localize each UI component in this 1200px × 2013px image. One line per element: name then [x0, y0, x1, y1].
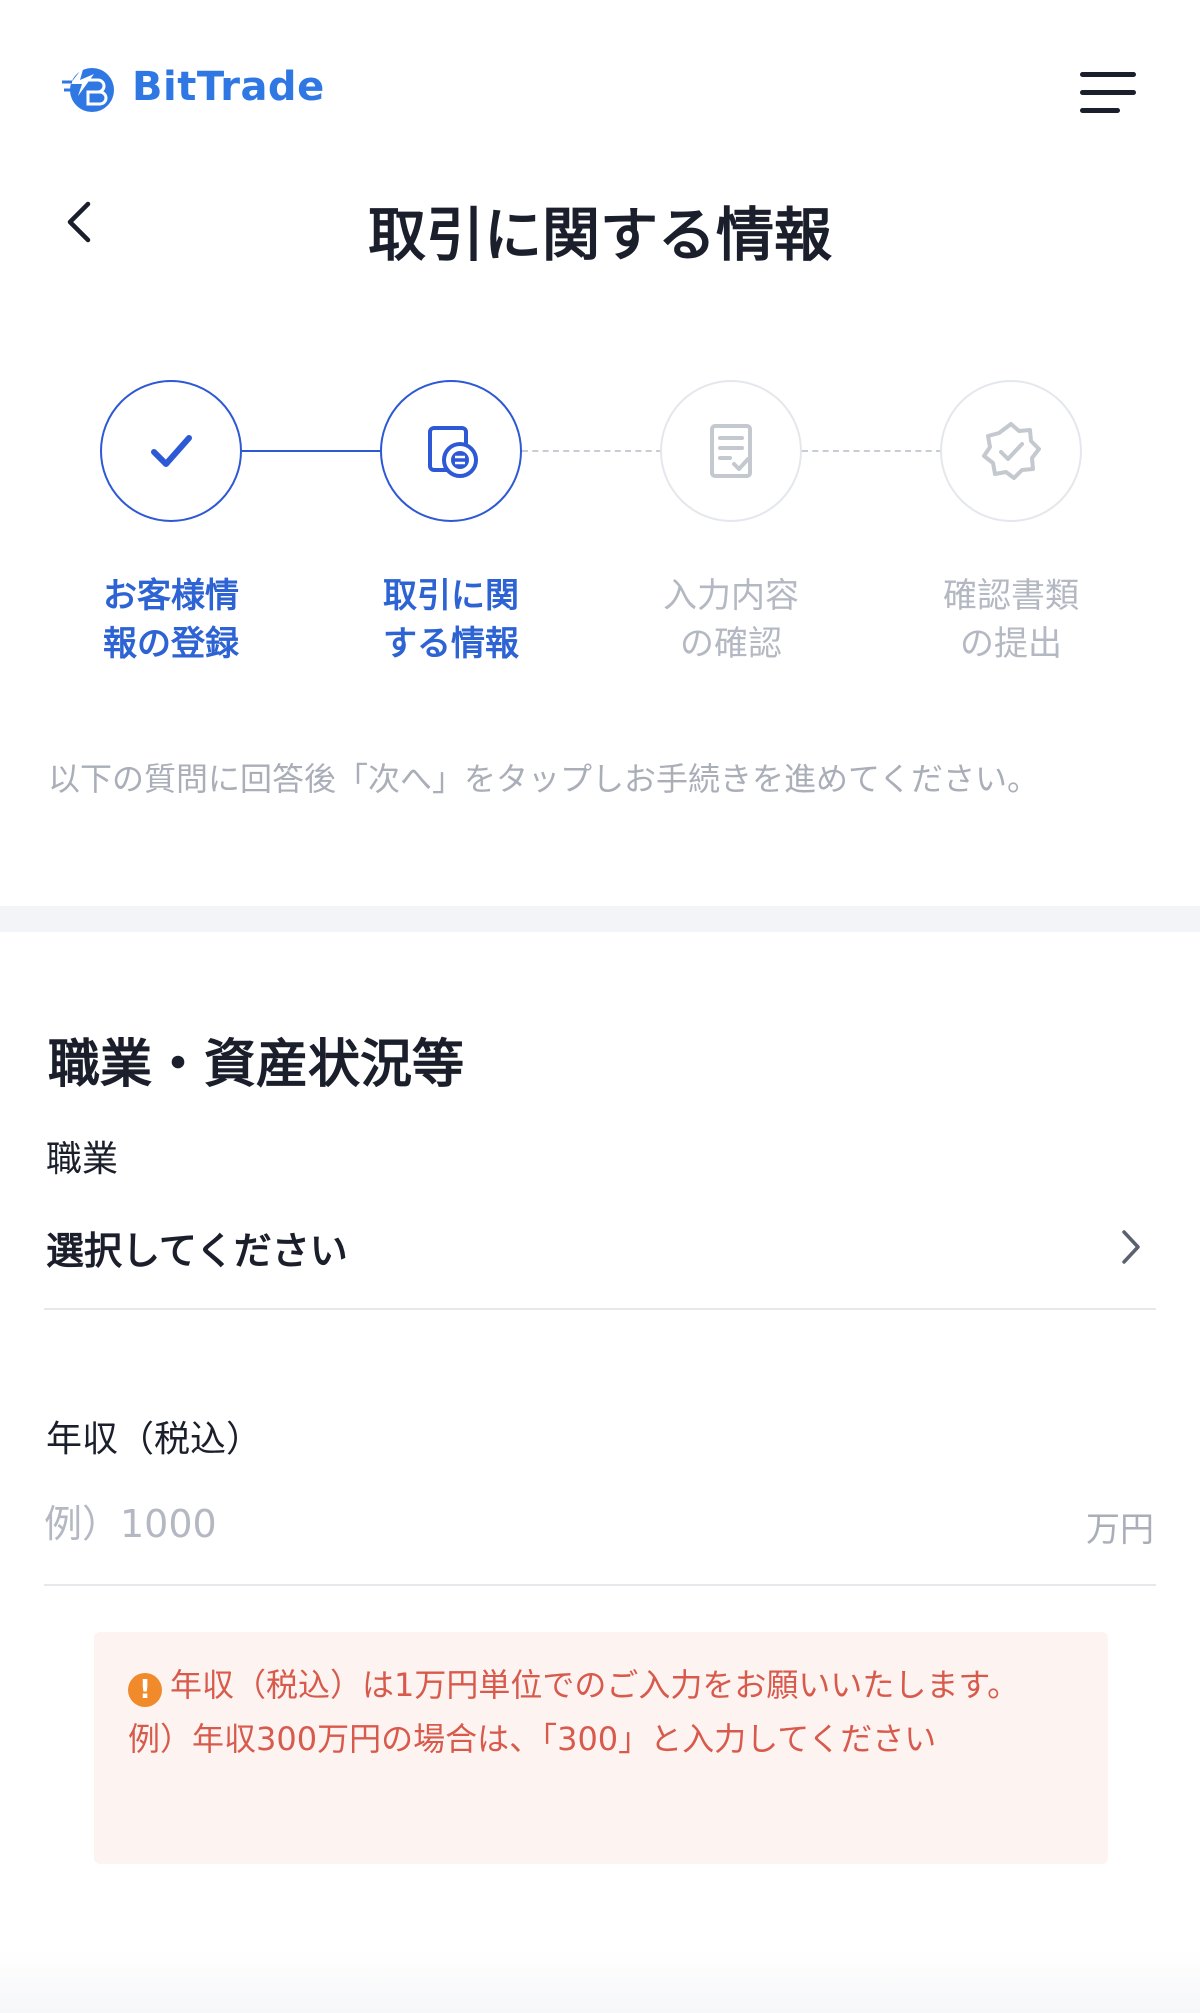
logo-text: BitTrade [132, 64, 325, 110]
occupation-label: 職業 [46, 1139, 119, 1180]
trade-info-icon [428, 426, 478, 478]
top-bar: BitTrade [0, 0, 1200, 170]
income-label: 年収（税込） [46, 1419, 263, 1460]
hamburger-icon-line [1080, 72, 1136, 77]
progress-stepper: お客様情 報の登録 取引に関 する情報 入力内容 の確認 確認書類 の提出 [0, 380, 1200, 680]
step-label-line: 報の登録 [103, 624, 239, 664]
check-icon [151, 435, 192, 467]
step-label-line: 確認書類 [943, 576, 1079, 616]
step-circle [380, 380, 522, 522]
title-bar: 取引に関する情報 [0, 180, 1200, 270]
step-circle [940, 380, 1082, 522]
notice-line2: 例）年収300万円の場合は、「300」と入力してください [128, 1720, 937, 1758]
step-label-line: の確認 [680, 624, 782, 664]
step-label-line: の提出 [960, 624, 1062, 664]
step-circle [660, 380, 802, 522]
bittrade-logo[interactable]: BitTrade [58, 56, 325, 118]
bottom-fade [0, 1950, 1200, 2013]
hamburger-icon-line [1080, 108, 1120, 113]
income-notice: ! 年収（税込）は1万円単位でのご入力をお願いいたします。 例）年収300万円の場… [94, 1632, 1108, 1864]
step-connector-pending [522, 450, 662, 452]
step-label-line: 入力内容 [663, 576, 799, 616]
hamburger-icon-line [1080, 90, 1136, 95]
step-label: 入力内容 の確認 [631, 572, 831, 668]
step-label: 確認書類 の提出 [911, 572, 1111, 668]
income-input[interactable] [44, 1494, 944, 1554]
step-connector-done [242, 450, 382, 452]
step-label: お客様情 報の登録 [71, 572, 271, 668]
step-label-line: する情報 [383, 624, 519, 664]
document-check-icon [710, 424, 752, 478]
step-connector-pending [802, 450, 942, 452]
income-unit: 万円 [1086, 1510, 1154, 1550]
step-label-line: お客様情 [103, 576, 239, 616]
income-field-row: 万円 [44, 1490, 1156, 1586]
notice-line: ! 年収（税込）は1万円単位でのご入力をお願いいたします。 [128, 1658, 1074, 1712]
section-divider [0, 906, 1200, 932]
occupation-select-value: 選択してください [46, 1229, 348, 1273]
chevron-right-icon [1122, 1230, 1140, 1264]
notice-line1: 年収（税込）は1万円単位でのご入力をお願いいたします。 [170, 1666, 1020, 1704]
page-title: 取引に関する情報 [367, 201, 832, 269]
step-label-line: 取引に関 [383, 576, 519, 616]
bittrade-logo-icon [62, 66, 114, 112]
step-circle [100, 380, 242, 522]
badge-check-icon [982, 422, 1041, 480]
section-title: 職業・資産状況等 [48, 1035, 465, 1095]
occupation-select[interactable]: 選択してください [44, 1210, 1156, 1310]
warning-icon: ! [128, 1673, 162, 1707]
hamburger-menu-button[interactable] [1080, 70, 1138, 116]
step-label: 取引に関 する情報 [351, 572, 551, 668]
instructions-text: 以下の質問に回答後「次へ」をタップしお手続きを進めてください。 [48, 760, 1040, 798]
